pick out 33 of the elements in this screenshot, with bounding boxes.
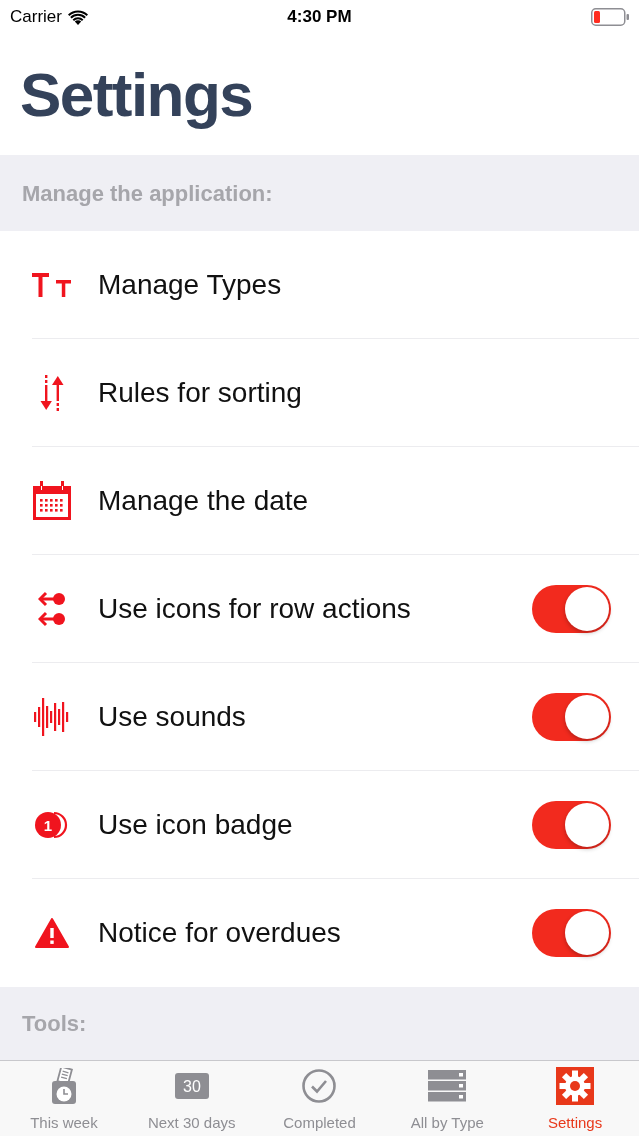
status-time: 4:30 PM <box>287 6 352 29</box>
toggle-switch[interactable] <box>532 909 611 957</box>
toggle-switch[interactable] <box>532 584 611 633</box>
tab-bar-item[interactable]: This week <box>0 1061 128 1136</box>
menu-item[interactable]: Rules for sorting <box>32 339 639 447</box>
tab-bar-item[interactable]: All by Type <box>383 1061 512 1136</box>
arrow-dot-icon <box>38 590 66 627</box>
sound-wave-icon <box>33 697 71 736</box>
tab-bar-item[interactable]: Completed <box>255 1061 384 1136</box>
calendar-icon <box>32 480 72 521</box>
clock-note-icon <box>50 1067 77 1104</box>
check-circle-icon <box>302 1068 337 1103</box>
setting-label: Use sounds <box>98 699 247 734</box>
tab-bar-item[interactable]: 30 Next 30 days <box>127 1061 256 1136</box>
tab-bar-item[interactable]: Settings <box>511 1061 639 1136</box>
setting-label: Use icons for row actions <box>98 591 412 626</box>
battery-icon <box>591 8 629 26</box>
toggle-switch[interactable] <box>532 800 611 849</box>
section-header: Tools: <box>0 987 639 1060</box>
number-tile-icon: 30 <box>174 1072 209 1099</box>
server-stack-icon <box>428 1069 467 1102</box>
menu-item[interactable]: Manage Types <box>32 231 639 339</box>
settings-icon <box>556 1066 595 1105</box>
carrier-label: Carrier <box>10 6 62 29</box>
warning-icon <box>35 918 69 948</box>
menu-item[interactable]: Manage the date <box>32 447 639 555</box>
setting-label: Use icon badge <box>98 807 294 842</box>
section-header: Manage the application: <box>0 155 639 231</box>
sort-arrows-icon <box>40 374 64 411</box>
text-size-icon <box>32 272 72 297</box>
setting-label: Notice for overdues <box>98 916 342 950</box>
toggle-switch[interactable] <box>532 692 611 741</box>
wifi-icon <box>67 9 88 25</box>
